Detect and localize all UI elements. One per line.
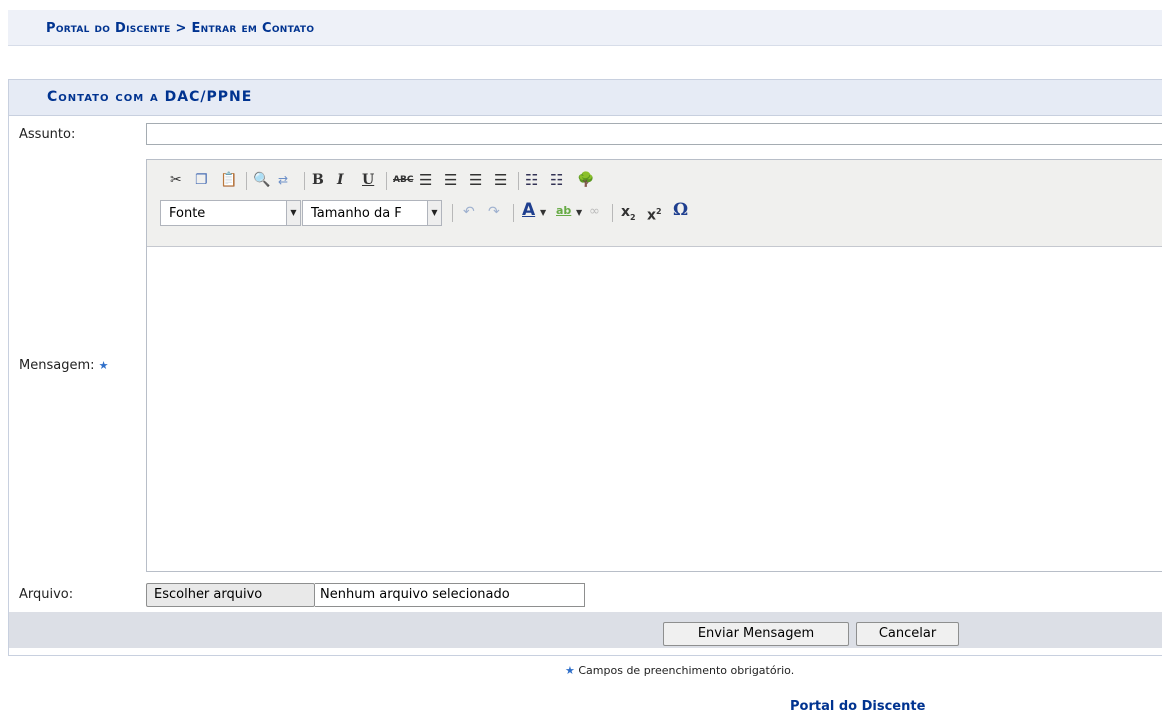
replace-icon[interactable]: ⇄ xyxy=(278,171,288,189)
superscript-icon[interactable]: x2 xyxy=(647,203,662,225)
cut-icon[interactable]: ✂ xyxy=(170,171,182,189)
editor-content-area[interactable] xyxy=(147,247,1162,571)
text-color-icon[interactable]: A xyxy=(522,201,535,219)
redo-icon[interactable]: ↷ xyxy=(488,203,500,221)
file-status-text: Nenhum arquivo selecionado xyxy=(315,583,585,607)
toolbar-separator xyxy=(513,204,514,222)
assunto-label: Assunto: xyxy=(19,127,76,142)
font-size-select[interactable]: Tamanho da F ▼ xyxy=(302,200,442,226)
link-icon[interactable]: ∞ xyxy=(589,203,600,221)
copy-icon[interactable]: ❐ xyxy=(195,171,208,189)
send-message-button[interactable]: Enviar Mensagem xyxy=(663,622,849,646)
message-editor: ✂ ❐ 📋 🔍 ⇄ B I U ABC ☰ ☰ ☰ ☰ ☷ ☷ 🌳 Fonte … xyxy=(146,159,1162,572)
strikethrough-icon[interactable]: ABC xyxy=(393,171,413,189)
toolbar-separator xyxy=(518,172,519,190)
breadcrumb: Portal do Discente > Entrar em Contato xyxy=(8,10,1162,46)
portal-discente-link[interactable]: Portal do Discente xyxy=(790,699,925,714)
numbered-list-icon[interactable]: ☷ xyxy=(550,171,563,189)
bold-icon[interactable]: B xyxy=(312,171,324,189)
special-char-icon[interactable]: Ω xyxy=(673,201,688,219)
chevron-down-icon[interactable]: ▼ xyxy=(576,204,582,222)
cancel-button[interactable]: Cancelar xyxy=(856,622,959,646)
breadcrumb-text: Portal do Discente > Entrar em Contato xyxy=(46,21,315,36)
align-center-icon[interactable]: ☰ xyxy=(444,171,457,189)
underline-icon[interactable]: U xyxy=(362,171,374,189)
contact-form: Contato com a DAC/PPNE Assunto: Mensagem… xyxy=(8,79,1162,656)
undo-icon[interactable]: ↶ xyxy=(463,203,475,221)
editor-toolbar: ✂ ❐ 📋 🔍 ⇄ B I U ABC ☰ ☰ ☰ ☰ ☷ ☷ 🌳 Fonte … xyxy=(147,160,1162,247)
chevron-down-icon: ▼ xyxy=(286,201,300,225)
chevron-down-icon: ▼ xyxy=(427,201,441,225)
find-icon[interactable]: 🔍 xyxy=(253,171,270,189)
arquivo-label: Arquivo: xyxy=(19,587,74,602)
required-fields-note-text: Campos de preenchimento obrigatório. xyxy=(578,664,795,677)
paste-icon[interactable]: 📋 xyxy=(220,171,237,189)
mensagem-label-text: Mensagem: xyxy=(19,358,95,373)
align-justify-icon[interactable]: ☰ xyxy=(494,171,507,189)
toolbar-separator xyxy=(386,172,387,190)
chevron-down-icon[interactable]: ▼ xyxy=(540,204,546,222)
font-size-select-value: Tamanho da F xyxy=(311,206,402,221)
toolbar-separator xyxy=(612,204,613,222)
required-star-icon: ★ xyxy=(98,359,109,372)
toolbar-separator xyxy=(452,204,453,222)
toolbar-separator xyxy=(304,172,305,190)
choose-file-button[interactable]: Escolher arquivo xyxy=(146,583,315,607)
align-right-icon[interactable]: ☰ xyxy=(469,171,482,189)
required-star-icon: ★ xyxy=(565,664,575,677)
align-left-icon[interactable]: ☰ xyxy=(419,171,432,189)
subscript-icon[interactable]: x2 xyxy=(621,203,636,227)
italic-icon[interactable]: I xyxy=(337,171,344,189)
form-title-text: Contato com a DAC/PPNE xyxy=(47,89,253,105)
toolbar-separator xyxy=(246,172,247,190)
bullet-list-icon[interactable]: ☷ xyxy=(525,171,538,189)
required-fields-note: ★ Campos de preenchimento obrigatório. xyxy=(565,664,794,677)
mensagem-label: Mensagem: ★ xyxy=(19,358,109,373)
highlight-color-icon[interactable]: ab xyxy=(556,202,571,220)
font-family-select-value: Fonte xyxy=(169,206,206,221)
font-family-select[interactable]: Fonte ▼ xyxy=(160,200,301,226)
form-title: Contato com a DAC/PPNE xyxy=(9,80,1162,116)
assunto-input[interactable] xyxy=(146,123,1162,145)
form-actions-bar: Enviar Mensagem Cancelar xyxy=(9,612,1162,648)
image-icon[interactable]: 🌳 xyxy=(577,171,594,189)
